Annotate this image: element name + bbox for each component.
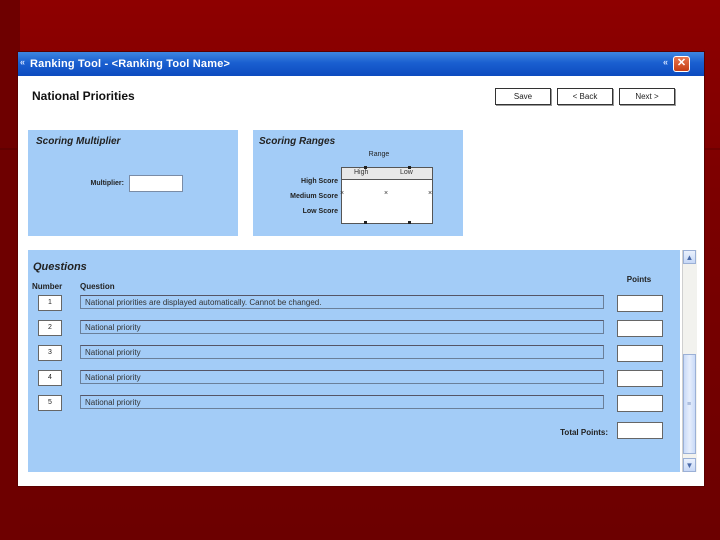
range-handle-low-bottom[interactable] [408,221,411,224]
question-text-5[interactable]: National priority [80,395,604,409]
question-text-3[interactable]: National priority [80,345,604,359]
range-slider-box[interactable]: High Low × × × [340,166,433,224]
multiplier-label: Multiplier: [90,180,124,187]
question-number-1: 1 [38,295,62,311]
title-right-glyph: « [662,57,668,67]
vertical-scrollbar[interactable]: ▲ ≡ ▼ [682,250,697,472]
window-content: National Priorities Save < Back Next > S… [18,76,704,486]
points-input-4[interactable] [617,370,663,387]
range-handle-low-top[interactable] [408,166,411,169]
total-points-label: Total Points: [560,428,608,437]
question-column-header: Question [80,282,115,291]
points-input-3[interactable] [617,345,663,362]
scroll-up-icon[interactable]: ▲ [683,250,696,264]
medium-score-label: Medium Score [290,193,338,200]
range-mark-right: × [428,190,433,197]
number-column-header: Number [32,282,63,291]
question-text-2[interactable]: National priority [80,320,604,334]
background-band [0,0,20,540]
question-number-5: 5 [38,395,62,411]
next-button[interactable]: Next > [619,88,675,105]
ranking-tool-window: « Ranking Tool - <Ranking Tool Name> « ✕… [18,52,704,486]
window-title: Ranking Tool - <Ranking Tool Name> [30,58,231,70]
range-label: Range [368,151,390,158]
scoring-multiplier-panel: Scoring Multiplier Multiplier: [28,130,238,236]
questions-panel: Questions Number Question Points 1 Natio… [28,250,680,472]
question-text-4[interactable]: National priority [80,370,604,384]
range-low-label: Low [400,169,413,176]
scoring-ranges-panel: Scoring Ranges Range High Low × × × High… [253,130,463,236]
scroll-grip-icon: ≡ [687,401,692,408]
points-input-5[interactable] [617,395,663,412]
save-button[interactable]: Save [495,88,551,105]
question-number-3: 3 [38,345,62,361]
scroll-thumb[interactable]: ≡ [683,354,696,454]
page-title: National Priorities [32,89,135,103]
total-points-field [617,422,663,439]
questions-title: Questions [33,261,87,273]
scoring-ranges-title: Scoring Ranges [259,136,336,147]
question-number-2: 2 [38,320,62,336]
points-input-1[interactable] [617,295,663,312]
range-handle-high-top[interactable] [364,166,367,169]
title-bar[interactable]: « Ranking Tool - <Ranking Tool Name> « ✕ [18,52,704,76]
multiplier-input[interactable] [129,175,183,192]
question-number-4: 4 [38,370,62,386]
scroll-down-icon[interactable]: ▼ [683,458,696,472]
range-mark-left: × [340,190,345,197]
range-header: High Low [342,168,432,180]
range-high-label: High [354,169,369,176]
question-text-1: National priorities are displayed automa… [80,295,604,309]
close-icon[interactable]: ✕ [673,56,690,72]
points-input-2[interactable] [617,320,663,337]
low-score-label: Low Score [302,208,338,215]
high-score-label: High Score [301,178,338,185]
back-button[interactable]: < Back [557,88,613,105]
points-column-header: Points [626,275,652,284]
scoring-multiplier-title: Scoring Multiplier [36,136,121,147]
range-mark-center: × [384,190,389,197]
range-handle-high-bottom[interactable] [364,221,367,224]
title-left-glyph: « [20,57,26,67]
